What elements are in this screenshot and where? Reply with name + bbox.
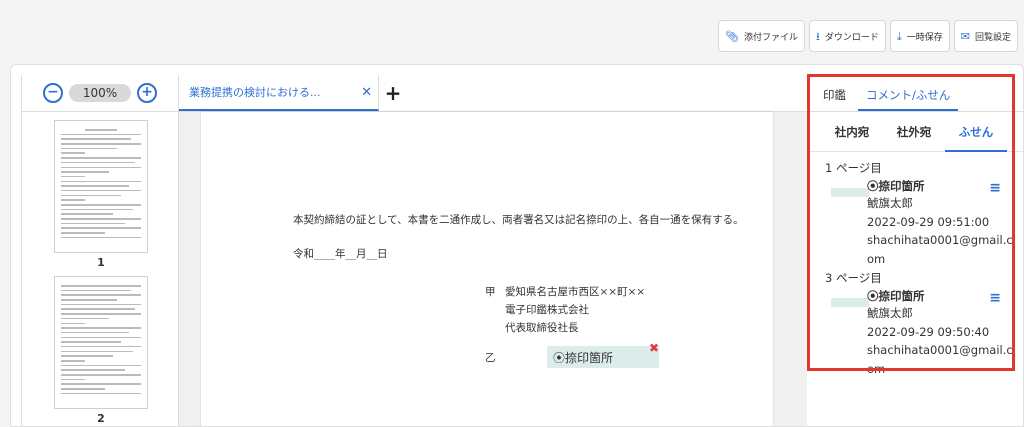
page-thumbnail-2[interactable] <box>54 276 148 409</box>
add-tab-button[interactable]: + <box>379 75 407 111</box>
sticky-chip-icon <box>831 188 869 197</box>
document-tabbar: 業務提携の検討における... ✕ + <box>179 75 807 112</box>
note-page-label: 3 ページ目 <box>825 271 882 285</box>
note-email: shachihata0001@gmail.com <box>867 343 1013 376</box>
sticky-note-item[interactable]: ⦿捺印箇所 ≡ 鯱旗太郎 2022-09-29 09:50:40 shachih… <box>825 286 1017 378</box>
doc-closing-text: 本契約締結の証として、本書を二通作成し、両者署名又は記名捺印の上、各自一通を保有… <box>293 214 744 226</box>
sticky-note-stamp-placeholder[interactable]: ⦿捺印箇所 ✖ <box>547 341 659 368</box>
comment-subtabs: 社内宛 社外宛 ふせん <box>807 112 1023 152</box>
note-datetime: 2022-09-29 09:51:00 <box>867 214 990 229</box>
viewer-card: − 100% + 1 2 業務提携の検討における... ✕ + 本契約締結の証と… <box>10 64 1024 427</box>
toolbar: 📎︎ 添付ファイル ⭳ ダウンロード ⤓ 一時保存 ✉︎ 回覧設定 <box>718 20 1018 52</box>
note-title: ⦿捺印箇所 <box>867 179 925 193</box>
comment-panel: 印鑑 コメント/ふせん 社内宛 社外宛 ふせん 1 ページ目 ⦿捺印箇所 ≡ 鯱… <box>807 75 1023 426</box>
page-thumbnail-1[interactable] <box>54 120 148 253</box>
document-tab[interactable]: 業務提携の検討における... ✕ <box>179 75 379 111</box>
note-datetime: 2022-09-29 09:50:40 <box>867 324 990 339</box>
note-author: 鯱旗太郎 <box>867 196 913 210</box>
download-button[interactable]: ⭳ ダウンロード <box>809 20 886 52</box>
zoom-level: 100% <box>69 84 131 102</box>
note-page-label: 1 ページ目 <box>825 161 882 175</box>
attach-label: 添付ファイル <box>743 32 798 43</box>
save-download-icon: ⤓ <box>896 29 902 43</box>
temp-save-button[interactable]: ⤓ 一時保存 <box>889 20 950 52</box>
attach-button[interactable]: 📎︎ 添付ファイル <box>718 20 805 52</box>
party-a-company: 電子印鑑株式会社 <box>505 304 589 316</box>
note-title: ⦿捺印箇所 <box>867 289 925 303</box>
document-tab-title: 業務提携の検討における... <box>189 86 321 99</box>
party-a-title: 代表取締役社長 <box>505 322 579 334</box>
note-email: shachihata0001@gmail.com <box>867 233 1013 266</box>
zoom-control: − 100% + <box>22 75 178 112</box>
paperclip-icon: 📎︎ <box>725 29 739 43</box>
page-number-1: 1 <box>97 256 105 269</box>
subtab-internal[interactable]: 社内宛 <box>821 112 883 152</box>
tab-comment-sticky[interactable]: コメント/ふせん <box>858 87 959 111</box>
circulation-settings-label: 回覧設定 <box>974 32 1011 43</box>
circulation-settings-button[interactable]: ✉︎ 回覧設定 <box>953 20 1018 52</box>
sticky-note-list: 1 ページ目 ⦿捺印箇所 ≡ 鯱旗太郎 2022-09-29 09:51:00 … <box>807 152 1023 378</box>
file-download-icon: ⭳ <box>816 29 820 43</box>
doc-date: 令和____年__月__日 <box>293 248 388 260</box>
party-b-label: 乙 <box>485 352 496 364</box>
zoom-in-button[interactable]: + <box>137 83 157 103</box>
stamp-placeholder-label: ⦿捺印箇所 <box>553 350 614 365</box>
document-page: 本契約締結の証として、本書を二通作成し、両者署名又は記名捺印の上、各自一通を保有… <box>201 112 773 426</box>
subtab-external[interactable]: 社外宛 <box>883 112 945 152</box>
zoom-out-button[interactable]: − <box>43 83 63 103</box>
panel-tabs: 印鑑 コメント/ふせん <box>807 75 1023 112</box>
note-body: 鯱旗太郎 2022-09-29 09:50:40 shachihata0001@… <box>867 304 1017 378</box>
document-area: 業務提携の検討における... ✕ + 本契約締結の証として、本書を二通作成し、両… <box>179 75 807 426</box>
subtab-sticky[interactable]: ふせん <box>945 112 1007 152</box>
sticky-note-item[interactable]: ⦿捺印箇所 ≡ 鯱旗太郎 2022-09-29 09:51:00 shachih… <box>825 176 1017 268</box>
envelope-icon: ✉︎ <box>960 29 970 43</box>
thumbnail-panel: − 100% + 1 2 <box>21 75 179 426</box>
thumbnail-list[interactable]: 1 2 <box>22 112 178 426</box>
page-number-2: 2 <box>97 412 105 425</box>
temp-save-label: 一時保存 <box>906 32 943 43</box>
note-body: 鯱旗太郎 2022-09-29 09:51:00 shachihata0001@… <box>867 194 1017 268</box>
note-author: 鯱旗太郎 <box>867 306 913 320</box>
party-a-address: 愛知県名古屋市西区××町×× <box>505 286 646 298</box>
remove-sticky-icon[interactable]: ✖ <box>649 341 659 355</box>
tab-seal[interactable]: 印鑑 <box>817 87 852 111</box>
download-label: ダウンロード <box>824 32 879 43</box>
close-icon[interactable]: ✕ <box>361 85 372 100</box>
party-a-label: 甲 <box>485 286 496 298</box>
sticky-chip-icon <box>831 298 869 307</box>
